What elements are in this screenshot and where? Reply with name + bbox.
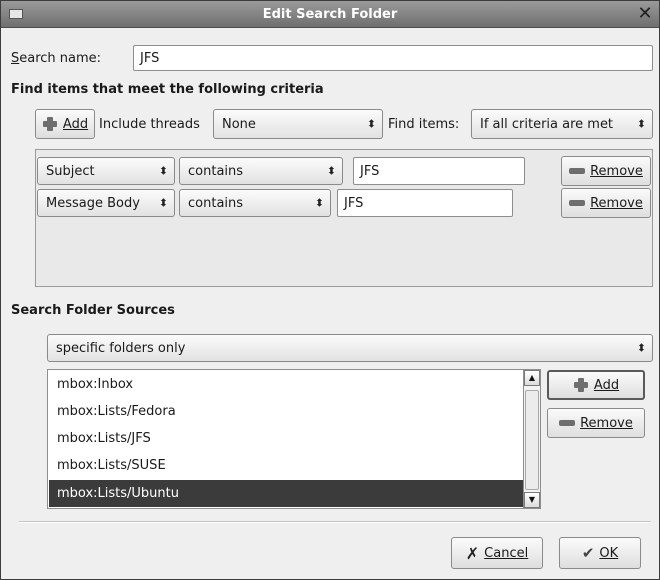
up-down-arrows-icon: ⬍ <box>158 164 168 178</box>
minus-icon <box>569 168 586 174</box>
remove-rule-button[interactable]: Remove <box>561 156 651 186</box>
search-name-input[interactable]: JFS <box>133 45 653 71</box>
remove-rule-label: Remove <box>590 163 643 179</box>
ok-button[interactable]: ✔ OK <box>559 537 641 569</box>
include-threads-select[interactable]: None ⬍ <box>213 109 383 139</box>
sources-heading: Search Folder Sources <box>11 303 175 318</box>
title-bar[interactable]: Edit Search Folder ✕ <box>1 1 659 28</box>
include-threads-value: None <box>222 116 256 132</box>
remove-rule-button[interactable]: Remove <box>561 188 651 218</box>
minus-icon <box>569 200 586 206</box>
plus-icon <box>573 377 589 393</box>
scroll-up-icon[interactable]: ▲ <box>524 370 540 386</box>
cancel-label: Cancel <box>484 545 529 561</box>
rule-operator-select[interactable]: contains ⬍ <box>179 189 331 217</box>
folder-name: mbox:Lists/SUSE <box>57 458 166 473</box>
sources-scope-value: specific folders only <box>56 340 186 356</box>
add-criterion-button[interactable]: Add <box>35 109 95 139</box>
rule-value-input[interactable]: JFS <box>353 157 525 185</box>
folder-name: mbox:Lists/Ubuntu <box>57 486 180 501</box>
up-down-arrows-icon: ⬍ <box>636 341 646 355</box>
check-icon: ✔ <box>581 544 595 562</box>
up-down-arrows-icon: ⬍ <box>366 117 376 131</box>
list-item[interactable]: mbox:Lists/SUSE <box>49 452 523 479</box>
ok-label: OK <box>599 545 619 561</box>
list-item-selected[interactable]: mbox:Lists/Ubuntu <box>49 480 523 507</box>
minus-icon <box>559 420 576 426</box>
remove-folder-label: Remove <box>580 415 633 431</box>
add-criterion-label: Add <box>62 116 89 132</box>
list-item[interactable]: mbox:Lists/Fedora <box>49 398 523 425</box>
rule-field-value: Message Body <box>46 195 140 211</box>
criteria-heading: Find items that meet the following crite… <box>11 82 324 97</box>
scrollbar-thumb[interactable] <box>525 390 539 490</box>
folder-name: mbox:Lists/JFS <box>57 431 151 446</box>
find-items-select[interactable]: If all criteria are met ⬍ <box>471 109 653 139</box>
sources-scope-select[interactable]: specific folders only ⬍ <box>47 334 653 362</box>
rule-operator-select[interactable]: contains ⬍ <box>179 157 343 185</box>
folder-list-scrollbar[interactable]: ▲ ▼ <box>523 369 541 509</box>
plus-icon <box>42 116 58 132</box>
add-folder-label: Add <box>593 377 620 393</box>
rule-field-value: Subject <box>46 163 95 179</box>
window-menu-icon[interactable] <box>9 9 23 19</box>
list-item[interactable]: mbox:Lists/JFS <box>49 425 523 452</box>
remove-folder-button[interactable]: Remove <box>547 408 645 438</box>
edit-search-folder-dialog: Edit Search Folder ✕ Search name: JFS Fi… <box>0 0 660 580</box>
find-items-label: Find items: <box>388 117 460 132</box>
close-icon[interactable]: ✕ <box>635 4 655 24</box>
up-down-arrows-icon: ⬍ <box>314 196 324 210</box>
search-name-label: Search name: <box>11 51 102 66</box>
rule-operator-value: contains <box>188 163 244 179</box>
add-folder-button[interactable]: Add <box>547 370 645 400</box>
footer-separator <box>19 521 651 523</box>
remove-rule-label: Remove <box>590 195 643 211</box>
find-items-value: If all criteria are met <box>480 116 614 132</box>
folder-name: mbox:Inbox <box>57 377 134 392</box>
window-title: Edit Search Folder <box>262 6 398 22</box>
up-down-arrows-icon: ⬍ <box>636 117 646 131</box>
include-threads-label: Include threads <box>99 117 200 132</box>
folder-list: mbox:Inbox mbox:Lists/Fedora mbox:Lists/… <box>47 369 541 509</box>
rule-field-select[interactable]: Subject ⬍ <box>37 157 175 185</box>
scroll-down-icon[interactable]: ▼ <box>524 492 540 508</box>
up-down-arrows-icon: ⬍ <box>158 196 168 210</box>
rule-field-select[interactable]: Message Body ⬍ <box>37 189 175 217</box>
list-item[interactable]: mbox:Inbox <box>49 371 523 398</box>
up-down-arrows-icon: ⬍ <box>326 164 336 178</box>
rule-value-input[interactable]: JFS <box>337 189 513 217</box>
folder-name: mbox:Lists/Fedora <box>57 404 176 419</box>
rule-operator-value: contains <box>188 195 244 211</box>
x-icon: ✗ <box>465 543 480 563</box>
cancel-button[interactable]: ✗ Cancel <box>451 537 543 569</box>
